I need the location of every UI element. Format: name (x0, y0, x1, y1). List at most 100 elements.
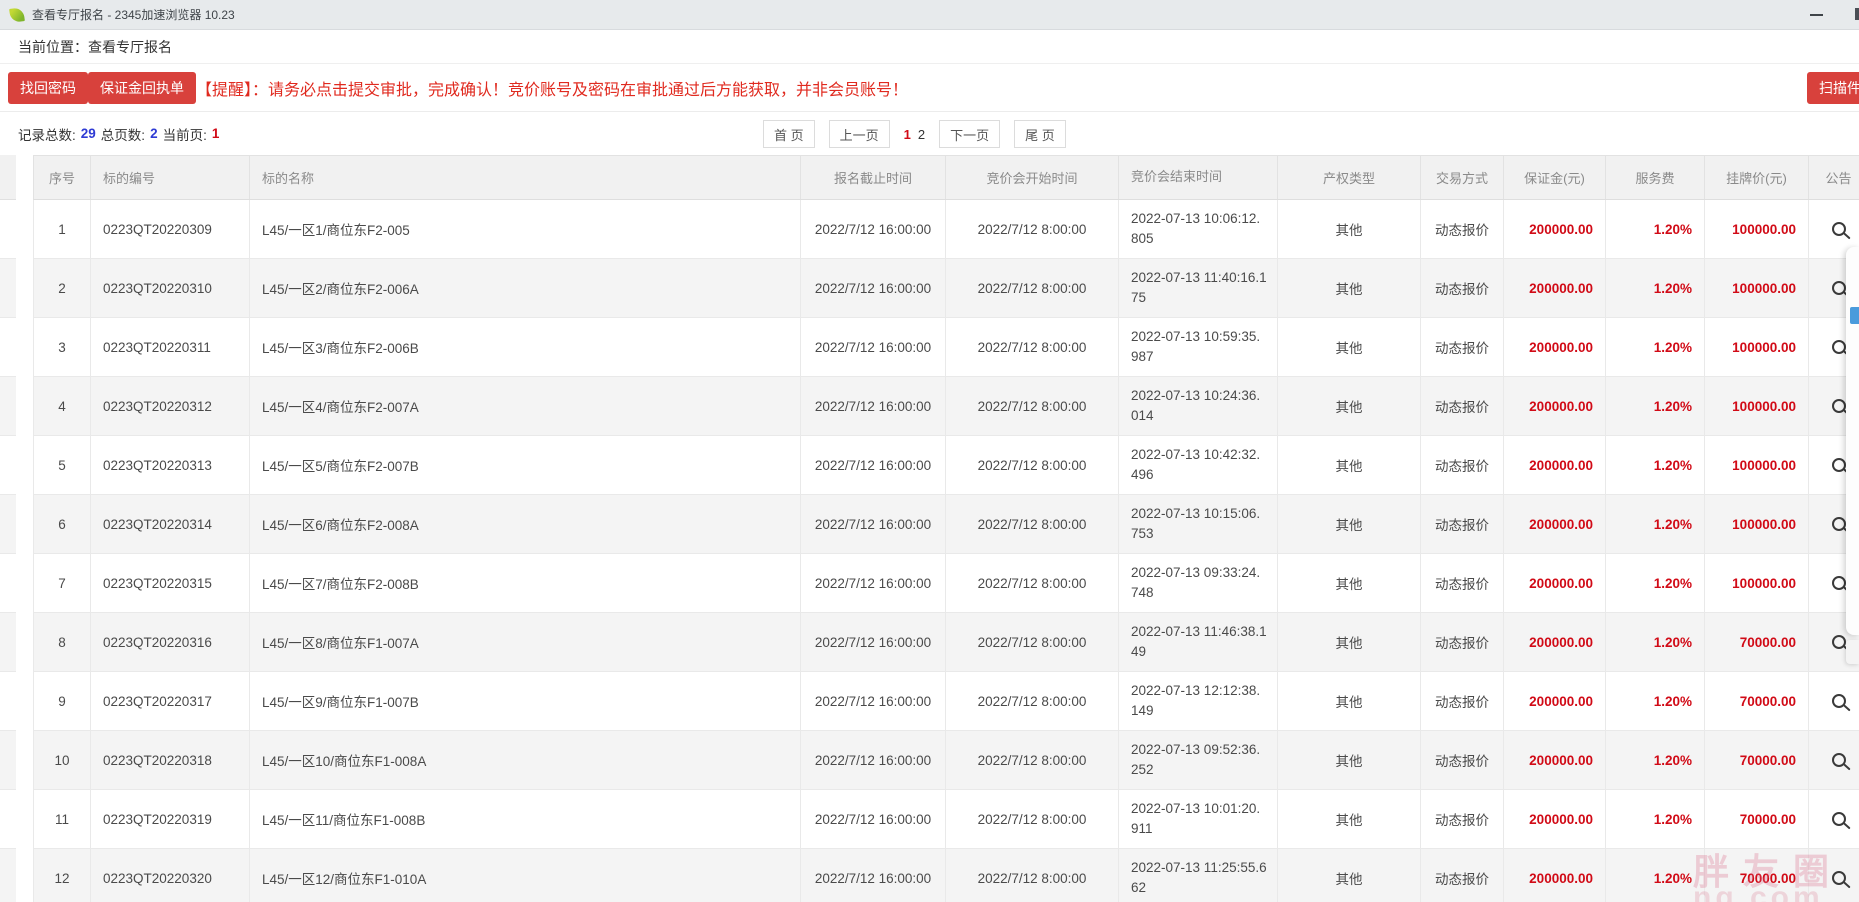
next-page-button[interactable]: 下一页 (939, 120, 1000, 148)
cell-deadline: 2022/7/12 16:00:00 (801, 731, 946, 789)
header-deposit: 保证金(元) (1504, 156, 1606, 199)
magnifier-icon[interactable] (1832, 871, 1846, 885)
magnifier-icon[interactable] (1832, 576, 1846, 590)
cell-lot-code: 0223QT20220316 (91, 613, 250, 671)
cell-auction-end: 2022-07-13 10:59:35.987 (1119, 318, 1278, 376)
cell-listing-price: 70000.00 (1705, 672, 1809, 730)
cell-property-type: 其他 (1278, 554, 1421, 612)
cell-deposit: 200000.00 (1504, 731, 1606, 789)
cell-lot-code: 0223QT20220309 (91, 200, 250, 258)
cell-property-type: 其他 (1278, 613, 1421, 671)
cell-lot-code: 0223QT20220313 (91, 436, 250, 494)
cell-lot-code: 0223QT20220312 (91, 377, 250, 435)
cell-service-fee: 1.20% (1606, 259, 1705, 317)
cell-listing-price: 100000.00 (1705, 318, 1809, 376)
magnifier-icon[interactable] (1832, 694, 1846, 708)
breadcrumb: 当前位置：查看专厅报名 (0, 31, 1859, 64)
header-auction-start: 竞价会开始时间 (946, 156, 1119, 199)
table-header-row: 序号 标的编号 标的名称 报名截止时间 竞价会开始时间 竞价会结束时间 产权类型… (33, 155, 1859, 200)
cell-auction-end: 2022-07-13 10:15:06.753 (1119, 495, 1278, 553)
header-deadline: 报名截止时间 (801, 156, 946, 199)
table-row: 11 0223QT20220319 L45/一区11/商位东F1-008B 20… (33, 790, 1859, 849)
cell-service-fee: 1.20% (1606, 377, 1705, 435)
cell-trade-mode: 动态报价 (1421, 790, 1504, 848)
table-left-cut-cell (0, 318, 16, 377)
cell-auction-start: 2022/7/12 8:00:00 (946, 318, 1119, 376)
cell-listing-price: 70000.00 (1705, 849, 1809, 902)
side-panel-blue-icon[interactable] (1850, 307, 1859, 324)
table-left-cut-cell (0, 731, 16, 790)
header-announcement: 公告 (1809, 156, 1859, 199)
magnifier-icon[interactable] (1832, 340, 1846, 354)
header-listing-price: 挂牌价(元) (1705, 156, 1809, 199)
cell-service-fee: 1.20% (1606, 613, 1705, 671)
pagination: 首 页 上一页 1 2 下一页 尾 页 (763, 120, 1066, 148)
table-row: 5 0223QT20220313 L45/一区5/商位东F2-007B 2022… (33, 436, 1859, 495)
cell-property-type: 其他 (1278, 377, 1421, 435)
header-property-type: 产权类型 (1278, 156, 1421, 199)
magnifier-icon[interactable] (1832, 281, 1846, 295)
cell-lot-name: L45/一区5/商位东F2-007B (250, 436, 801, 494)
cell-property-type: 其他 (1278, 436, 1421, 494)
window-control-partial-icon[interactable] (1855, 8, 1859, 20)
magnifier-icon[interactable] (1832, 812, 1846, 826)
cell-deadline: 2022/7/12 16:00:00 (801, 259, 946, 317)
cell-deposit: 200000.00 (1504, 554, 1606, 612)
table-left-cut-cell (0, 790, 16, 849)
cell-listing-price: 70000.00 (1705, 790, 1809, 848)
cell-lot-code: 0223QT20220319 (91, 790, 250, 848)
minimize-icon[interactable] (1810, 14, 1823, 16)
cell-deposit: 200000.00 (1504, 318, 1606, 376)
scan-file-button[interactable]: 扫描件 (1807, 72, 1859, 104)
cell-seq: 6 (34, 495, 91, 553)
cell-auction-end: 2022-07-13 10:42:32.496 (1119, 436, 1278, 494)
last-page-button[interactable]: 尾 页 (1014, 120, 1066, 148)
magnifier-icon[interactable] (1832, 753, 1846, 767)
table-row: 9 0223QT20220317 L45/一区9/商位东F1-007B 2022… (33, 672, 1859, 731)
side-panel-handle[interactable] (1846, 640, 1859, 664)
cell-announcement (1809, 672, 1859, 730)
table-left-cut-column (0, 155, 16, 902)
header-service-fee: 服务费 (1606, 156, 1705, 199)
table-left-cut-cell (0, 613, 16, 672)
cell-auction-start: 2022/7/12 8:00:00 (946, 377, 1119, 435)
magnifier-icon[interactable] (1832, 458, 1846, 472)
cell-seq: 12 (34, 849, 91, 902)
page-number-current[interactable]: 1 (904, 127, 911, 142)
cell-auction-start: 2022/7/12 8:00:00 (946, 790, 1119, 848)
browser-side-panel[interactable] (1846, 247, 1859, 635)
cell-seq: 10 (34, 731, 91, 789)
cell-auction-end: 2022-07-13 10:01:20.911 (1119, 790, 1278, 848)
cell-service-fee: 1.20% (1606, 554, 1705, 612)
total-records-label: 记录总数: (18, 124, 76, 144)
cell-deposit: 200000.00 (1504, 495, 1606, 553)
magnifier-icon[interactable] (1832, 517, 1846, 531)
cell-lot-code: 0223QT20220311 (91, 318, 250, 376)
cell-listing-price: 100000.00 (1705, 436, 1809, 494)
toolbar: 找回密码 保证金回执单 【提醒】：请务必点击提交审批，完成确认！竞价账号及密码在… (0, 64, 1859, 112)
first-page-button[interactable]: 首 页 (763, 120, 815, 148)
cell-seq: 2 (34, 259, 91, 317)
cell-auction-end: 2022-07-13 12:12:38.149 (1119, 672, 1278, 730)
cell-auction-start: 2022/7/12 8:00:00 (946, 613, 1119, 671)
magnifier-icon[interactable] (1832, 399, 1846, 413)
cell-announcement (1809, 790, 1859, 848)
cell-service-fee: 1.20% (1606, 672, 1705, 730)
prev-page-button[interactable]: 上一页 (829, 120, 890, 148)
deposit-receipt-button[interactable]: 保证金回执单 (88, 72, 196, 104)
reminder-alert-text: 【提醒】：请务必点击提交审批，完成确认！竞价账号及密码在审批通过后方能获取，并非… (196, 64, 908, 112)
table-body: 1 0223QT20220309 L45/一区1/商位东F2-005 2022/… (33, 200, 1859, 902)
table-left-cut-cell (0, 200, 16, 259)
find-password-button[interactable]: 找回密码 (8, 72, 88, 104)
header-seq: 序号 (34, 156, 91, 199)
table-row: 10 0223QT20220318 L45/一区10/商位东F1-008A 20… (33, 731, 1859, 790)
cell-announcement (1809, 731, 1859, 789)
cell-lot-name: L45/一区12/商位东F1-010A (250, 849, 801, 902)
cell-seq: 7 (34, 554, 91, 612)
magnifier-icon[interactable] (1832, 222, 1846, 236)
cell-trade-mode: 动态报价 (1421, 377, 1504, 435)
magnifier-icon[interactable] (1832, 635, 1846, 649)
page-number-2[interactable]: 2 (918, 127, 925, 142)
cell-seq: 5 (34, 436, 91, 494)
header-lot-name: 标的名称 (250, 156, 801, 199)
